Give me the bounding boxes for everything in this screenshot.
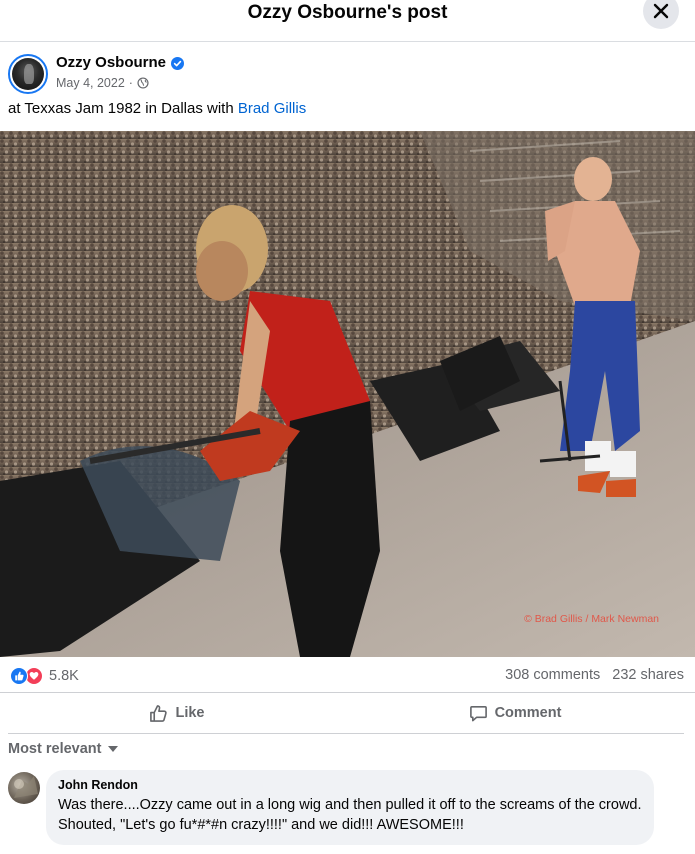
reaction-count: 5.8K [49,668,79,684]
like-label: Like [175,705,205,721]
close-icon [653,3,669,19]
verified-badge-icon [171,57,184,70]
close-button[interactable] [643,0,679,29]
like-reaction-icon [10,667,28,685]
globe-icon [137,77,149,89]
comment-sort-dropdown[interactable]: Most relevant [8,741,119,757]
caption-text: at Texxas Jam 1982 in Dallas with [8,100,238,117]
post-author-row: Ozzy Osbourne May 4, 2022 · [8,54,408,94]
concert-photo-illustration [0,131,695,657]
author-name[interactable]: Ozzy Osbourne [56,54,166,71]
sort-label: Most relevant [8,741,102,757]
post-meta: May 4, 2022 · [56,76,149,90]
post-photo[interactable]: © Brad Gillis / Mark Newman [0,131,695,657]
comment-button[interactable]: Comment [346,693,684,733]
like-button[interactable]: Like [8,693,346,733]
comment-bubble-icon [469,705,487,721]
thumbs-up-icon [150,704,168,722]
post-dialog-header: Ozzy Osbourne's post [0,0,695,42]
comment-author[interactable]: John Rendon [58,778,642,792]
dialog-title: Ozzy Osbourne's post [247,2,448,23]
author-avatar[interactable] [8,54,48,94]
tagged-user-link[interactable]: Brad Gillis [238,100,306,117]
post-stats-bar: 5.8K 308 comments 232 shares [0,657,695,693]
comment-label: Comment [494,705,562,721]
commenter-avatar[interactable] [8,772,40,804]
post-actions-bar: Like Comment [8,693,684,734]
caret-down-icon [108,746,119,752]
post-date[interactable]: May 4, 2022 [56,76,125,90]
comment-text: Was there....Ozzy came out in a long wig… [58,797,642,833]
shares-count-link[interactable]: 232 shares [612,667,684,683]
comment-bubble: John Rendon Was there....Ozzy came out i… [46,770,654,845]
comments-count-link[interactable]: 308 comments [505,667,600,683]
post-caption: at Texxas Jam 1982 in Dallas with Brad G… [8,100,306,117]
meta-separator: · [128,76,133,90]
reaction-summary[interactable]: 5.8K [10,667,79,685]
photo-credit: © Brad Gillis / Mark Newman [524,613,659,625]
